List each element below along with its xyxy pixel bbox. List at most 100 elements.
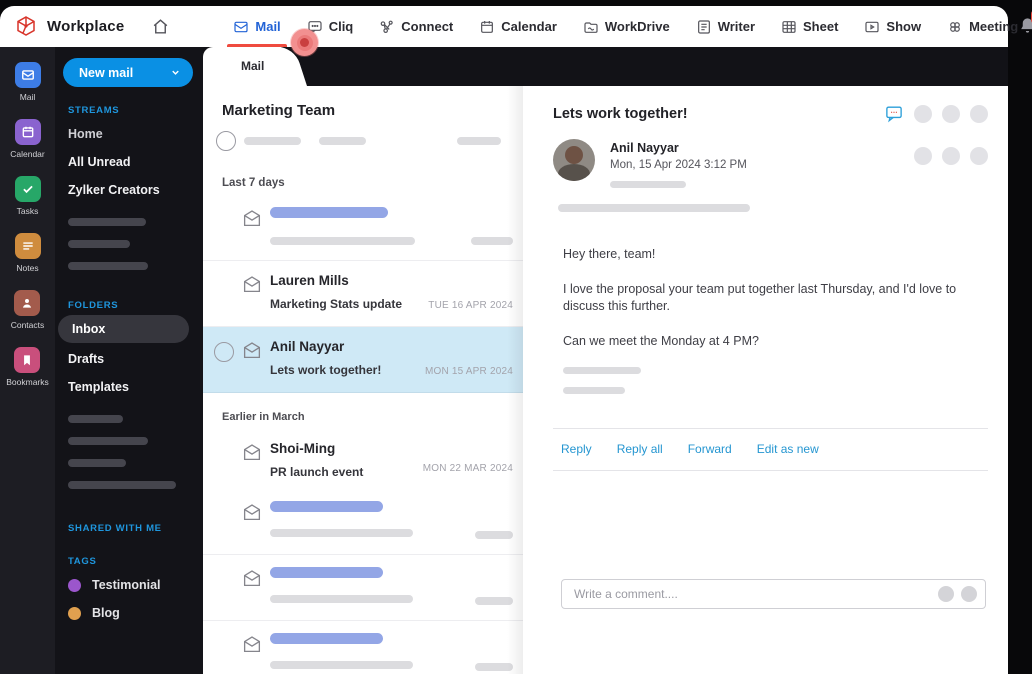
rail-item-calendar[interactable]: Calendar [10, 119, 45, 159]
mail-list-pane: Marketing Team Last 7 days Lauren Mills … [203, 86, 523, 674]
tag-item-testimonial[interactable]: Testimonial [55, 571, 203, 599]
skeleton-bar [68, 481, 176, 489]
sidebar-item-home[interactable]: Home [55, 120, 203, 148]
toolbar-circle-button[interactable] [970, 104, 988, 123]
reading-pane: Lets work together! Anil Nayyar Mon, 15 … [523, 86, 1008, 674]
notifications-button[interactable]: 5 [1018, 9, 1032, 39]
skeleton-signature-bar [563, 387, 625, 394]
rail-item-mail[interactable]: Mail [14, 62, 41, 102]
active-tab-underline [227, 44, 287, 47]
rail-item-contacts[interactable]: Contacts [11, 290, 44, 330]
envelope-icon [242, 275, 262, 293]
rail-label: Bookmarks [6, 377, 49, 387]
comment-input[interactable] [574, 587, 931, 601]
forward-link[interactable]: Forward [688, 442, 732, 456]
sender-meta: Anil Nayyar Mon, 15 Apr 2024 3:12 PM [610, 139, 747, 188]
click-pulse-indicator [291, 29, 318, 56]
subject-actions [884, 104, 988, 123]
app-window: Workplace Mail Cliq Connect Calendar Wor… [0, 0, 1032, 674]
mail-row-shoi-ming[interactable]: Shoi-Ming PR launch event MON 22 MAR 202… [203, 429, 523, 489]
toolbar-circle-button[interactable] [914, 104, 932, 123]
topnav-workdrive[interactable]: WorkDrive [583, 6, 670, 47]
app-rail: Mail Calendar Tasks Notes Contacts Bookm… [0, 47, 55, 674]
toolbar-circle-button[interactable] [942, 104, 960, 123]
mail-row-skeleton[interactable] [203, 555, 523, 621]
rail-label: Mail [19, 92, 36, 102]
envelope-icon [242, 341, 262, 359]
reading-subject-row: Lets work together! [553, 104, 988, 123]
streams-section-label: STREAMS [68, 105, 120, 116]
mail-sender: Shoi-Ming [270, 441, 336, 456]
mail-row-skeleton[interactable] [203, 195, 523, 261]
topnav-writer[interactable]: Writer [696, 6, 755, 47]
mail-row-lauren-mills[interactable]: Lauren Mills Marketing Stats update TUE … [203, 261, 523, 327]
message-body: Hey there, team! I love the proposal you… [563, 246, 988, 394]
topnav-show[interactable]: Show [864, 6, 921, 47]
topnav-mail[interactable]: Mail [227, 6, 287, 47]
new-mail-button[interactable]: New mail [63, 58, 193, 87]
envelope-icon [242, 635, 262, 653]
toolbar-circle-button[interactable] [914, 147, 932, 165]
mail-row-anil-nayyar-selected[interactable]: Anil Nayyar Lets work together! MON 15 A… [203, 327, 523, 393]
sidebar-item-inbox[interactable]: Inbox [58, 315, 189, 343]
toolbar-circle-button[interactable] [970, 147, 988, 165]
shared-section-label: SHARED WITH ME [68, 523, 162, 534]
topnav-sheet-label: Sheet [803, 19, 839, 34]
mail-date: MON 15 APR 2024 [424, 366, 513, 377]
skeleton-bar [68, 218, 146, 226]
sender-avatar [553, 139, 595, 181]
topnav-meeting[interactable]: Meeting [947, 6, 1018, 47]
sidebar-item-templates[interactable]: Templates [55, 373, 203, 401]
mail-row-skeleton[interactable] [203, 489, 523, 555]
comment-box [561, 579, 986, 609]
topnav-connect[interactable]: Connect [379, 6, 453, 47]
skeleton-subject-bar [270, 237, 415, 245]
toolbar-circle-button[interactable] [942, 147, 960, 165]
rail-item-tasks[interactable]: Tasks [14, 176, 41, 216]
envelope-icon [242, 443, 262, 461]
row-checkbox[interactable] [214, 342, 234, 362]
brand-name: Workplace [47, 18, 125, 35]
home-icon[interactable] [149, 16, 171, 38]
folders-section-label: FOLDERS [68, 300, 119, 311]
tag-item-blog[interactable]: Blog [55, 599, 203, 627]
reading-sender-block: Anil Nayyar Mon, 15 Apr 2024 3:12 PM [553, 139, 988, 188]
rail-item-notes[interactable]: Notes [14, 233, 41, 273]
body-paragraph: Can we meet the Monday at 4 PM? [563, 333, 759, 348]
skeleton-bar [610, 181, 686, 188]
top-bar: Workplace Mail Cliq Connect Calendar Wor… [0, 6, 1032, 47]
rail-label: Tasks [16, 206, 39, 216]
calendar-app-icon [14, 119, 41, 145]
reading-subject: Lets work together! [553, 105, 688, 122]
notes-app-icon [14, 233, 41, 259]
sidebar-item-zylker-creators[interactable]: Zylker Creators [55, 176, 203, 204]
tags-section-label: TAGS [68, 556, 97, 567]
zoho-logo-icon [14, 15, 38, 39]
skeleton-subject-bar [270, 529, 413, 537]
topnav-sheet[interactable]: Sheet [781, 6, 838, 47]
contacts-app-icon [14, 290, 41, 316]
sidebar-item-drafts[interactable]: Drafts [55, 345, 203, 373]
body-paragraph: I love the proposal your team put togeth… [563, 281, 957, 314]
rail-item-bookmarks[interactable]: Bookmarks [6, 347, 49, 387]
document-icon [696, 19, 712, 35]
select-all-checkbox[interactable] [216, 131, 236, 151]
reply-link[interactable]: Reply [561, 442, 592, 456]
new-mail-label: New mail [79, 65, 134, 80]
comment-circle-button[interactable] [938, 586, 954, 602]
top-navigation: Mail Cliq Connect Calendar WorkDrive Wri… [227, 6, 1018, 47]
reply-actions: Reply Reply all Forward Edit as new [553, 429, 988, 470]
sidebar-item-all-unread[interactable]: All Unread [55, 148, 203, 176]
topnav-connect-label: Connect [401, 19, 454, 34]
comments-icon[interactable] [884, 104, 904, 123]
list-toolbar-row [203, 127, 523, 163]
comment-circle-button[interactable] [961, 586, 977, 602]
skeleton-signature-bar [563, 367, 641, 374]
mail-row-skeleton[interactable] [203, 621, 523, 674]
topnav-calendar[interactable]: Calendar [479, 6, 557, 47]
reply-all-link[interactable]: Reply all [617, 442, 663, 456]
edit-as-new-link[interactable]: Edit as new [757, 442, 819, 456]
tag-label: Testimonial [92, 578, 161, 592]
topnav-writer-label: Writer [717, 19, 756, 34]
tab-mail-label: Mail [241, 59, 265, 73]
